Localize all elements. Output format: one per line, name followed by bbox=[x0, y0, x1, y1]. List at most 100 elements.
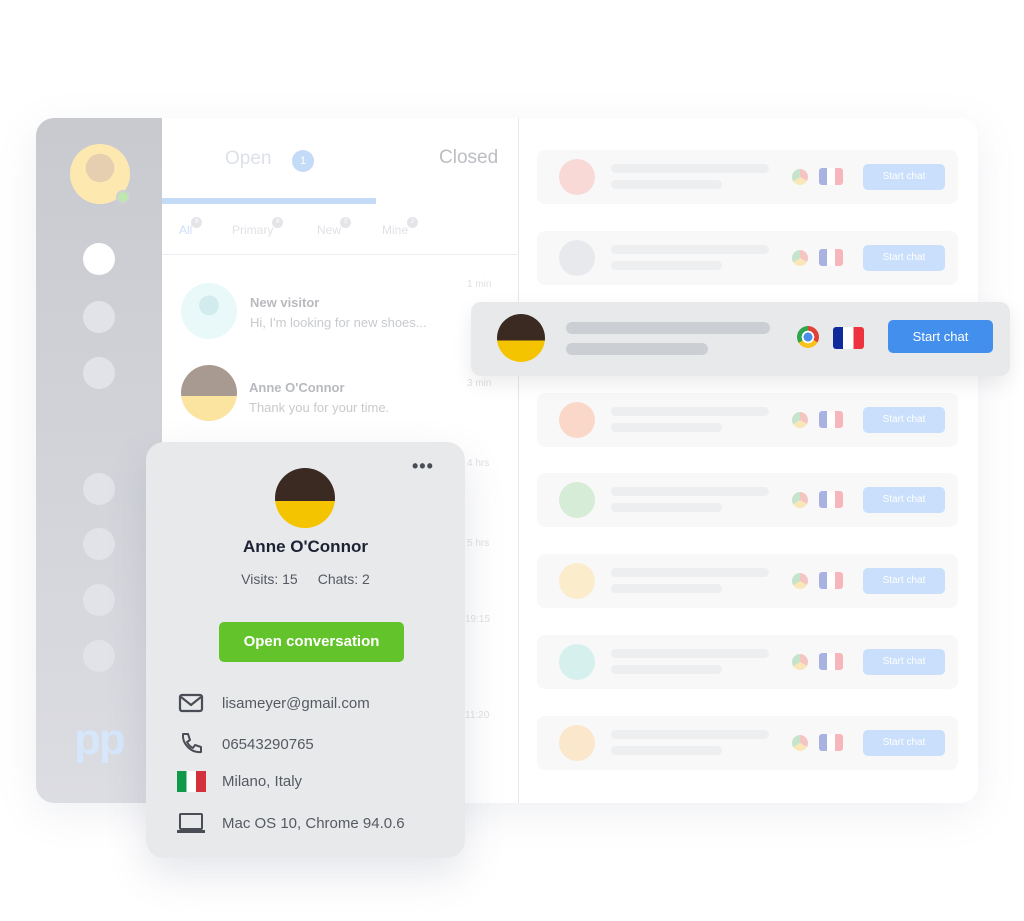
chat-message: Thank you for your time. bbox=[249, 400, 390, 415]
chrome-icon bbox=[792, 654, 808, 670]
visitor-avatar bbox=[559, 482, 595, 518]
placeholder-bar bbox=[611, 584, 722, 593]
italy-flag-icon bbox=[176, 771, 206, 792]
divider bbox=[162, 254, 519, 255]
france-flag-icon bbox=[819, 411, 843, 428]
nav-item-3[interactable] bbox=[83, 357, 115, 389]
france-flag-icon bbox=[819, 734, 843, 751]
email-value[interactable]: lisameyer@gmail.com bbox=[222, 695, 370, 712]
open-conversation-button[interactable]: Open conversation bbox=[219, 622, 404, 662]
placeholder-bar bbox=[611, 407, 769, 416]
filter-new[interactable]: New 2 bbox=[317, 217, 352, 237]
start-chat-button[interactable]: Start chat bbox=[888, 320, 993, 353]
location-row: Milano, Italy bbox=[176, 771, 302, 792]
placeholder-bar bbox=[611, 503, 722, 512]
visitor-avatar bbox=[181, 365, 237, 421]
placeholder-bar bbox=[611, 730, 769, 739]
visitor-row[interactable]: Start chat bbox=[537, 716, 958, 770]
start-chat-button[interactable]: Start chat bbox=[863, 649, 945, 675]
visitor-row-highlighted[interactable]: Start chat bbox=[471, 302, 1010, 376]
profile-name: Anne O'Connor bbox=[243, 537, 368, 556]
visitor-row[interactable]: Start chat bbox=[537, 393, 958, 447]
visitor-row[interactable]: Start chat bbox=[537, 473, 958, 527]
chrome-icon bbox=[792, 250, 808, 266]
filter-all[interactable]: All 8 bbox=[179, 217, 203, 237]
visits-count: Visits: 15 bbox=[241, 571, 298, 587]
chat-time: 1 min bbox=[467, 279, 492, 290]
chat-time: 3 min bbox=[467, 378, 492, 389]
placeholder-bar bbox=[611, 746, 722, 755]
online-status-dot bbox=[116, 190, 130, 204]
placeholder-bar bbox=[611, 180, 722, 189]
filter-mine[interactable]: Mine 2 bbox=[382, 217, 419, 237]
filter-label: New bbox=[317, 223, 342, 237]
logo: pp bbox=[74, 715, 126, 764]
tab-open[interactable]: Open bbox=[225, 148, 271, 170]
placeholder-bar bbox=[611, 665, 722, 674]
visitor-avatar bbox=[497, 314, 545, 362]
visitor-row[interactable]: Start chat bbox=[537, 231, 958, 285]
france-flag-icon bbox=[819, 653, 843, 670]
profile-avatar bbox=[275, 468, 335, 528]
france-flag-icon bbox=[819, 249, 843, 266]
chat-list-item[interactable]: New visitor Hi, I'm looking for new shoe… bbox=[162, 273, 519, 343]
visitor-avatar bbox=[559, 563, 595, 599]
chrome-icon bbox=[792, 735, 808, 751]
placeholder-bar bbox=[611, 649, 769, 658]
placeholder-bar bbox=[611, 164, 769, 173]
active-tab-indicator bbox=[162, 198, 376, 204]
filter-count: 8 bbox=[272, 217, 284, 228]
placeholder-bar bbox=[611, 568, 769, 577]
filter-count: 8 bbox=[191, 217, 203, 228]
start-chat-button[interactable]: Start chat bbox=[863, 164, 945, 190]
tab-closed[interactable]: Closed bbox=[439, 147, 498, 169]
start-chat-button[interactable]: Start chat bbox=[863, 487, 945, 513]
laptop-icon bbox=[176, 812, 206, 834]
visitor-profile-card: ••• Anne O'Connor Visits: 15 Chats: 2 Ope… bbox=[146, 442, 465, 858]
placeholder-bar bbox=[611, 245, 769, 254]
chrome-icon bbox=[792, 412, 808, 428]
visitor-row[interactable]: Start chat bbox=[537, 150, 958, 204]
france-flag-icon bbox=[819, 491, 843, 508]
start-chat-button[interactable]: Start chat bbox=[863, 407, 945, 433]
nav-item-5[interactable] bbox=[83, 528, 115, 560]
filter-label: All bbox=[179, 223, 193, 237]
start-chat-button[interactable]: Start chat bbox=[863, 730, 945, 756]
nav-item-2[interactable] bbox=[83, 301, 115, 333]
nav-item-7[interactable] bbox=[83, 640, 115, 672]
filter-label: Mine bbox=[382, 223, 409, 237]
chat-time: 11:20 bbox=[465, 710, 490, 721]
visitor-avatar bbox=[559, 402, 595, 438]
visitor-avatar bbox=[559, 240, 595, 276]
start-chat-button[interactable]: Start chat bbox=[863, 245, 945, 271]
placeholder-bar bbox=[566, 322, 770, 334]
france-flag-icon bbox=[819, 572, 843, 589]
phone-row: 06543290765 bbox=[176, 731, 314, 757]
chat-list-item[interactable]: Anne O'Connor Thank you for your time. 3… bbox=[162, 358, 519, 428]
chat-name: Anne O'Connor bbox=[249, 380, 345, 395]
placeholder-bar bbox=[611, 487, 769, 496]
phone-value: 06543290765 bbox=[222, 735, 314, 753]
start-chat-button[interactable]: Start chat bbox=[863, 568, 945, 594]
chrome-icon bbox=[792, 573, 808, 589]
visitor-avatar bbox=[181, 283, 237, 339]
sidebar: pp bbox=[36, 118, 162, 803]
chrome-icon bbox=[792, 492, 808, 508]
chat-time: 19:15 bbox=[465, 614, 491, 625]
visitor-row[interactable]: Start chat bbox=[537, 554, 958, 608]
nav-item-1[interactable] bbox=[83, 243, 115, 275]
visitor-avatar bbox=[559, 644, 595, 680]
chat-time: 4 hrs bbox=[467, 458, 490, 469]
device-row: Mac OS 10, Chrome 94.0.6 bbox=[176, 812, 405, 834]
filter-count: 2 bbox=[340, 217, 352, 228]
location-value: Milano, Italy bbox=[222, 773, 303, 790]
visitor-row[interactable]: Start chat bbox=[537, 635, 958, 689]
france-flag-icon bbox=[833, 327, 864, 349]
nav-item-6[interactable] bbox=[83, 584, 115, 616]
nav-item-4[interactable] bbox=[83, 473, 115, 505]
chrome-icon bbox=[797, 326, 819, 348]
visitor-avatar bbox=[559, 159, 595, 195]
more-options-icon[interactable]: ••• bbox=[412, 456, 434, 477]
chat-time: 5 hrs bbox=[467, 538, 490, 549]
filter-primary[interactable]: Primary 8 bbox=[232, 217, 284, 237]
